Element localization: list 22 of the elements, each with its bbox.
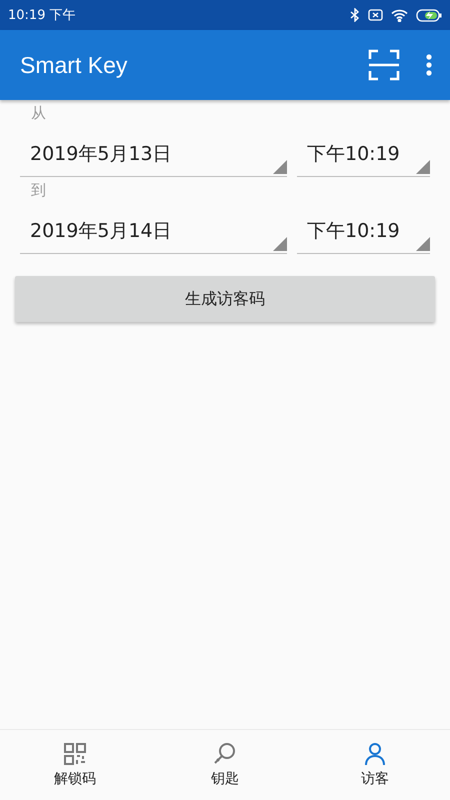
status-time: 10:19 下午 (8, 7, 76, 24)
time-dropdown[interactable]: 下午10:19 (297, 209, 430, 254)
range-label: 从 (31, 103, 47, 124)
bluetooth-icon (350, 8, 360, 22)
wifi-icon (391, 8, 408, 22)
generate-visitor-code-button[interactable]: 生成访客码 (15, 276, 435, 322)
more-menu-icon[interactable] (426, 54, 432, 76)
nav-tab[interactable]: 钥匙 (150, 730, 300, 800)
nav-tab[interactable]: 解锁码 (0, 730, 150, 800)
dropdown-corner-icon (273, 160, 287, 174)
scan-icon[interactable] (368, 49, 400, 81)
range-label: 到 (31, 180, 47, 201)
date-dropdown[interactable]: 2019年5月14日 (20, 209, 287, 254)
dropdown-corner-icon (416, 237, 430, 251)
date-dropdown[interactable]: 2019年5月13日 (20, 132, 287, 177)
app-title: Smart Key (20, 52, 128, 78)
sim-off-icon (368, 9, 383, 21)
dropdown-corner-icon (273, 237, 287, 251)
battery-icon (416, 8, 442, 22)
nav-tab[interactable]: 访客 (300, 730, 450, 800)
dropdown-corner-icon (416, 160, 430, 174)
time-dropdown[interactable]: 下午10:19 (297, 132, 430, 177)
